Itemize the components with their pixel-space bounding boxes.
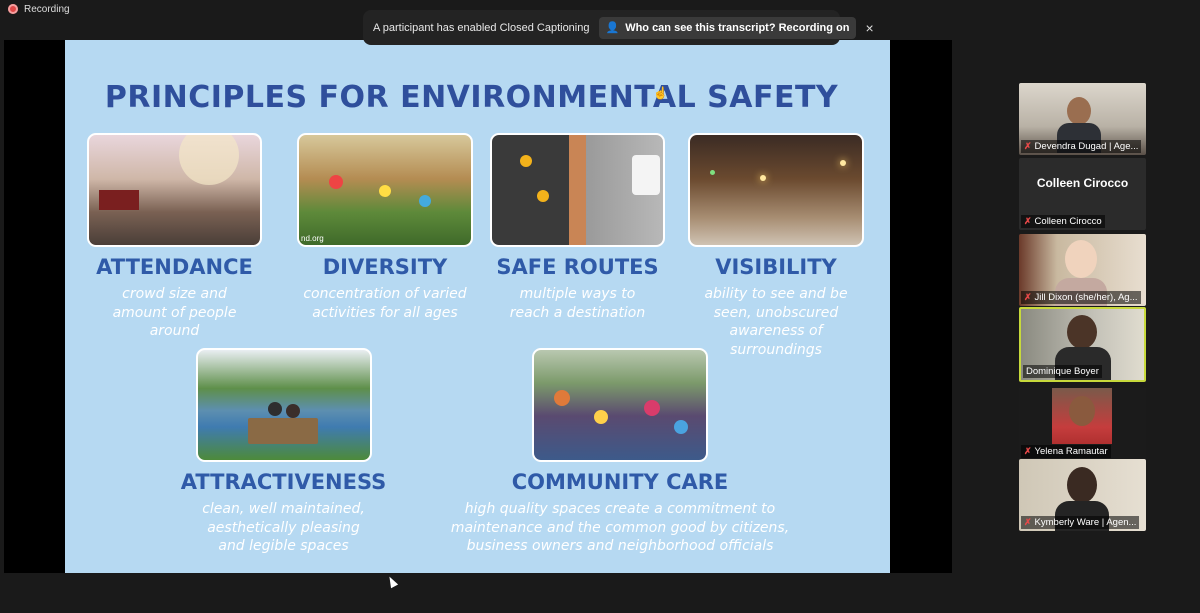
- mic-muted-icon: ✗: [1024, 292, 1032, 302]
- attendance-photo: [87, 133, 262, 247]
- record-dot-icon: [8, 4, 18, 14]
- participant-tile[interactable]: ✗ Kymberly Ware | Agen...: [1019, 459, 1146, 531]
- participant-name: Dominique Boyer: [1023, 365, 1102, 378]
- participant-name: ✗ Jill Dixon (she/her), Ag...: [1021, 291, 1141, 304]
- recording-label: Recording: [24, 3, 70, 15]
- principle-safe-routes: SAFE ROUTES multiple ways to reach a des…: [490, 133, 665, 322]
- recording-indicator: Recording: [8, 2, 70, 16]
- principle-attendance: ATTENDANCE crowd size and amount of peop…: [87, 133, 262, 341]
- presentation-slide: PRINCIPLES FOR ENVIRONMENTAL SAFETY ☝ AT…: [65, 40, 890, 573]
- principle-community-care: COMMUNITY CARE high quality spaces creat…: [425, 348, 815, 556]
- participant-name: ✗ Kymberly Ware | Agen...: [1021, 516, 1140, 529]
- principle-description: concentration of varied activities for a…: [303, 286, 467, 321]
- participant-tile[interactable]: ✗ Jill Dixon (she/her), Ag...: [1019, 234, 1146, 306]
- participant-name: ✗ Yelena Ramautar: [1021, 445, 1111, 458]
- transcript-visibility-button[interactable]: 👤 Who can see this transcript? Recording…: [599, 16, 856, 39]
- mic-muted-icon: ✗: [1024, 216, 1032, 226]
- participant-tile[interactable]: ✗ Yelena Ramautar: [1019, 388, 1146, 460]
- closed-caption-banner: A participant has enabled Closed Caption…: [363, 10, 874, 45]
- principle-description: clean, well maintained, aesthetically pl…: [202, 501, 365, 554]
- principle-visibility: VISIBILITY ability to see and be seen, u…: [688, 133, 864, 359]
- principle-heading: ATTENDANCE: [96, 255, 253, 279]
- participant-display-name: Colleen Cirocco: [1036, 176, 1129, 190]
- participant-name: ✗ Colleen Cirocco: [1021, 215, 1105, 228]
- participant-tile[interactable]: Colleen Cirocco ✗ Colleen Cirocco: [1019, 158, 1146, 230]
- principle-attractiveness: ATTRACTIVENESS clean, well maintained, a…: [171, 348, 396, 556]
- mic-muted-icon: ✗: [1024, 141, 1032, 151]
- mouse-pointer-icon: [385, 574, 399, 589]
- participant-name: ✗ Devendra Dugad | Age...: [1021, 140, 1142, 153]
- principle-description: crowd size and amount of people around: [112, 286, 237, 339]
- principle-description: multiple ways to reach a destination: [509, 286, 646, 321]
- slide-title: PRINCIPLES FOR ENVIRONMENTAL SAFETY: [104, 80, 839, 115]
- mic-muted-icon: ✗: [1024, 517, 1032, 527]
- community-care-photo: [532, 348, 708, 462]
- diversity-photo: nd.org: [297, 133, 473, 247]
- principle-description: high quality spaces create a commitment …: [450, 501, 790, 554]
- principle-diversity: nd.org DIVERSITY concentration of varied…: [280, 133, 490, 322]
- close-icon[interactable]: ×: [866, 20, 874, 36]
- caption-message: A participant has enabled Closed Caption…: [373, 21, 590, 34]
- safe-routes-photo: [490, 133, 665, 247]
- principle-heading: ATTRACTIVENESS: [180, 470, 387, 494]
- participant-tile-active-speaker[interactable]: Dominique Boyer: [1019, 307, 1146, 382]
- mic-muted-icon: ✗: [1024, 446, 1032, 456]
- principle-heading: COMMUNITY CARE: [511, 470, 729, 494]
- participant-tile[interactable]: ✗ Devendra Dugad | Age...: [1019, 83, 1146, 155]
- shared-screen: PRINCIPLES FOR ENVIRONMENTAL SAFETY ☝ AT…: [4, 40, 952, 573]
- transcript-person-icon: 👤: [605, 22, 620, 34]
- principle-heading: DIVERSITY: [322, 255, 448, 279]
- principle-heading: SAFE ROUTES: [496, 255, 659, 279]
- principle-heading: VISIBILITY: [715, 255, 837, 279]
- photo-credit: nd.org: [301, 234, 324, 243]
- attractiveness-photo: [195, 348, 372, 462]
- hand-cursor-icon: ☝: [653, 86, 668, 100]
- visibility-photo: [688, 133, 864, 247]
